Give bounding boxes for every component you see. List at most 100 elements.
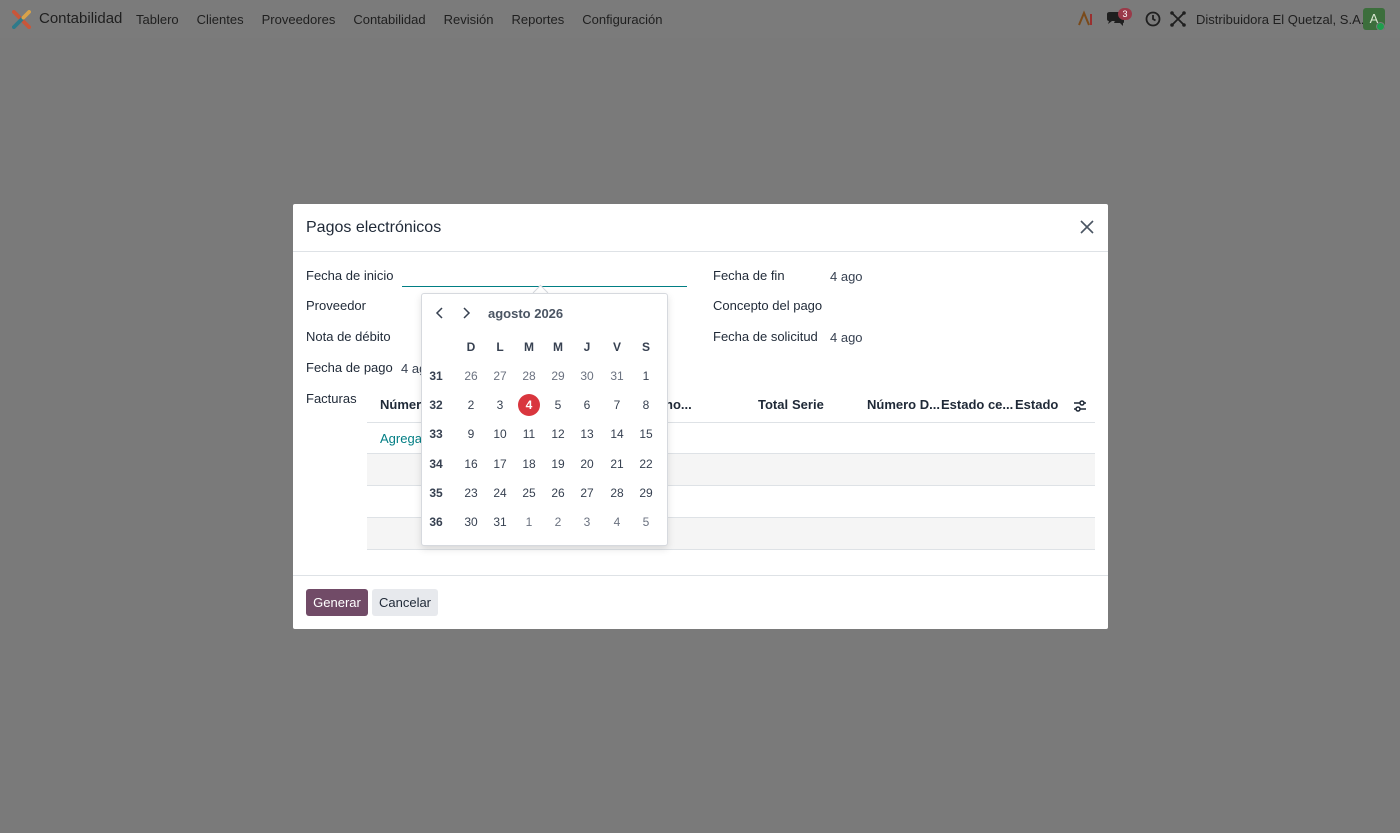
weekday-header: L <box>496 340 504 354</box>
column-settings-icon[interactable] <box>1073 399 1087 413</box>
calendar-day[interactable]: 15 <box>634 424 658 444</box>
calendar-day[interactable]: 2 <box>546 512 570 532</box>
company-switcher[interactable]: Distribuidora El Quetzal, S.A. <box>1196 12 1364 27</box>
calendar-day[interactable]: 1 <box>517 512 541 532</box>
calendar-day[interactable]: 20 <box>575 454 599 474</box>
calendar-day[interactable]: 25 <box>517 483 541 503</box>
calendar-day[interactable]: 11 <box>517 424 541 444</box>
calendar-day[interactable]: 24 <box>488 483 512 503</box>
calendar-day[interactable]: 22 <box>634 454 658 474</box>
main-menu: Tablero Clientes Proveedores Contabilida… <box>136 12 680 27</box>
dialog-header: Pagos electrónicos <box>293 204 1108 252</box>
payment-date-label: Fecha de pago <box>306 360 393 375</box>
calendar-day[interactable]: 6 <box>575 395 599 415</box>
weekday-header: S <box>641 340 650 354</box>
weekday-header: D <box>466 340 476 354</box>
supplier-label: Proveedor <box>306 298 366 313</box>
close-icon[interactable] <box>1079 219 1095 235</box>
col-header-numero-d[interactable]: Número D... <box>867 397 940 412</box>
top-navbar: Contabilidad Tablero Clientes Proveedore… <box>0 0 1400 38</box>
calendar-day[interactable]: 5 <box>546 395 570 415</box>
calendar-day[interactable]: 3 <box>575 512 599 532</box>
calendar-day[interactable]: 30 <box>459 512 483 532</box>
menu-item-configuracion[interactable]: Configuración <box>582 12 662 27</box>
start-date-label: Fecha de inicio <box>306 268 394 283</box>
calendar-day[interactable]: 12 <box>546 424 570 444</box>
calendar-day[interactable]: 16 <box>459 454 483 474</box>
ai-icon[interactable] <box>1077 10 1095 28</box>
debug-tools-icon[interactable] <box>1169 10 1187 28</box>
week-number: 36 <box>429 515 443 529</box>
calendar-day[interactable]: 26 <box>546 483 570 503</box>
request-date-label: Fecha de solicitud <box>713 329 818 344</box>
calendar-day[interactable]: 1 <box>634 366 658 386</box>
menu-item-reportes[interactable]: Reportes <box>511 12 564 27</box>
next-month-icon[interactable] <box>459 306 473 320</box>
calendar-day[interactable]: 21 <box>605 454 629 474</box>
online-status-dot <box>1376 22 1385 31</box>
col-header-truncated[interactable]: no... <box>665 397 692 412</box>
activity-clock-icon[interactable] <box>1144 10 1162 28</box>
accounting-app-icon[interactable] <box>12 10 31 29</box>
calendar-day[interactable]: 10 <box>488 424 512 444</box>
calendar-day[interactable]: 18 <box>517 454 541 474</box>
cancel-button[interactable]: Cancelar <box>372 589 438 616</box>
calendar-day[interactable]: 2 <box>459 395 483 415</box>
weekday-header: M <box>553 340 563 354</box>
col-header-estado[interactable]: Estado <box>1015 397 1058 412</box>
weekday-header: M <box>524 340 534 354</box>
calendar-day[interactable]: 30 <box>575 366 599 386</box>
calendar-day[interactable]: 26 <box>459 366 483 386</box>
calendar-day[interactable]: 31 <box>605 366 629 386</box>
invoices-label: Facturas <box>306 391 357 406</box>
debit-note-label: Nota de débito <box>306 329 391 344</box>
menu-item-tablero[interactable]: Tablero <box>136 12 179 27</box>
messages-count-badge: 3 <box>1118 8 1132 20</box>
calendar-day[interactable]: 14 <box>605 424 629 444</box>
week-number: 34 <box>429 456 443 471</box>
menu-item-clientes[interactable]: Clientes <box>197 12 244 27</box>
calendar-day[interactable]: 27 <box>575 483 599 503</box>
calendar-day[interactable]: 9 <box>459 424 483 444</box>
datepicker-month-label[interactable]: agosto 2026 <box>488 306 563 321</box>
calendar-day[interactable]: 8 <box>634 395 658 415</box>
payment-concept-label: Concepto del pago <box>713 298 823 313</box>
weekday-header: J <box>583 340 591 354</box>
dialog-title: Pagos electrónicos <box>306 219 442 236</box>
col-header-estado-ce[interactable]: Estado ce... <box>941 397 1013 412</box>
start-date-input[interactable] <box>402 270 687 287</box>
calendar-day[interactable]: 28 <box>605 483 629 503</box>
calendar-day[interactable]: 27 <box>488 366 512 386</box>
calendar-day[interactable]: 4 <box>605 512 629 532</box>
menu-item-contabilidad[interactable]: Contabilidad <box>353 12 425 27</box>
menu-item-proveedores[interactable]: Proveedores <box>262 12 336 27</box>
col-header-total[interactable]: Total <box>758 397 788 412</box>
calendar-day[interactable]: 13 <box>575 424 599 444</box>
week-number: 31 <box>429 369 443 383</box>
previous-month-icon[interactable] <box>433 306 447 320</box>
calendar-day[interactable]: 5 <box>634 512 658 532</box>
app-name[interactable]: Contabilidad <box>39 10 122 27</box>
calendar-day[interactable]: 3 <box>488 395 512 415</box>
end-date-value[interactable]: 4 ago <box>830 269 863 284</box>
calendar-day[interactable]: 7 <box>605 395 629 415</box>
menu-item-revision[interactable]: Revisión <box>444 12 494 27</box>
electronic-payments-dialog: Pagos electrónicos Fecha de inicio Prove… <box>293 204 1108 629</box>
calendar-day[interactable]: 29 <box>634 483 658 503</box>
calendar-day[interactable]: 17 <box>488 454 512 474</box>
week-number: 32 <box>429 398 443 413</box>
col-header-serie[interactable]: Serie <box>792 397 824 412</box>
end-date-label: Fecha de fin <box>713 268 785 283</box>
week-number: 33 <box>429 427 443 442</box>
calendar-day[interactable]: 29 <box>546 366 570 386</box>
calendar-day[interactable]: 19 <box>546 454 570 474</box>
dialog-footer-divider <box>293 575 1108 576</box>
calendar-day[interactable]: 23 <box>459 483 483 503</box>
add-line-link[interactable]: Agregar <box>380 431 426 446</box>
request-date-value[interactable]: 4 ago <box>830 330 863 345</box>
table-row-divider <box>367 549 1095 550</box>
calendar-day[interactable]: 31 <box>488 512 512 532</box>
generate-button[interactable]: Generar <box>306 589 368 616</box>
weekday-header: V <box>612 340 621 354</box>
calendar-day[interactable]: 28 <box>517 366 541 386</box>
